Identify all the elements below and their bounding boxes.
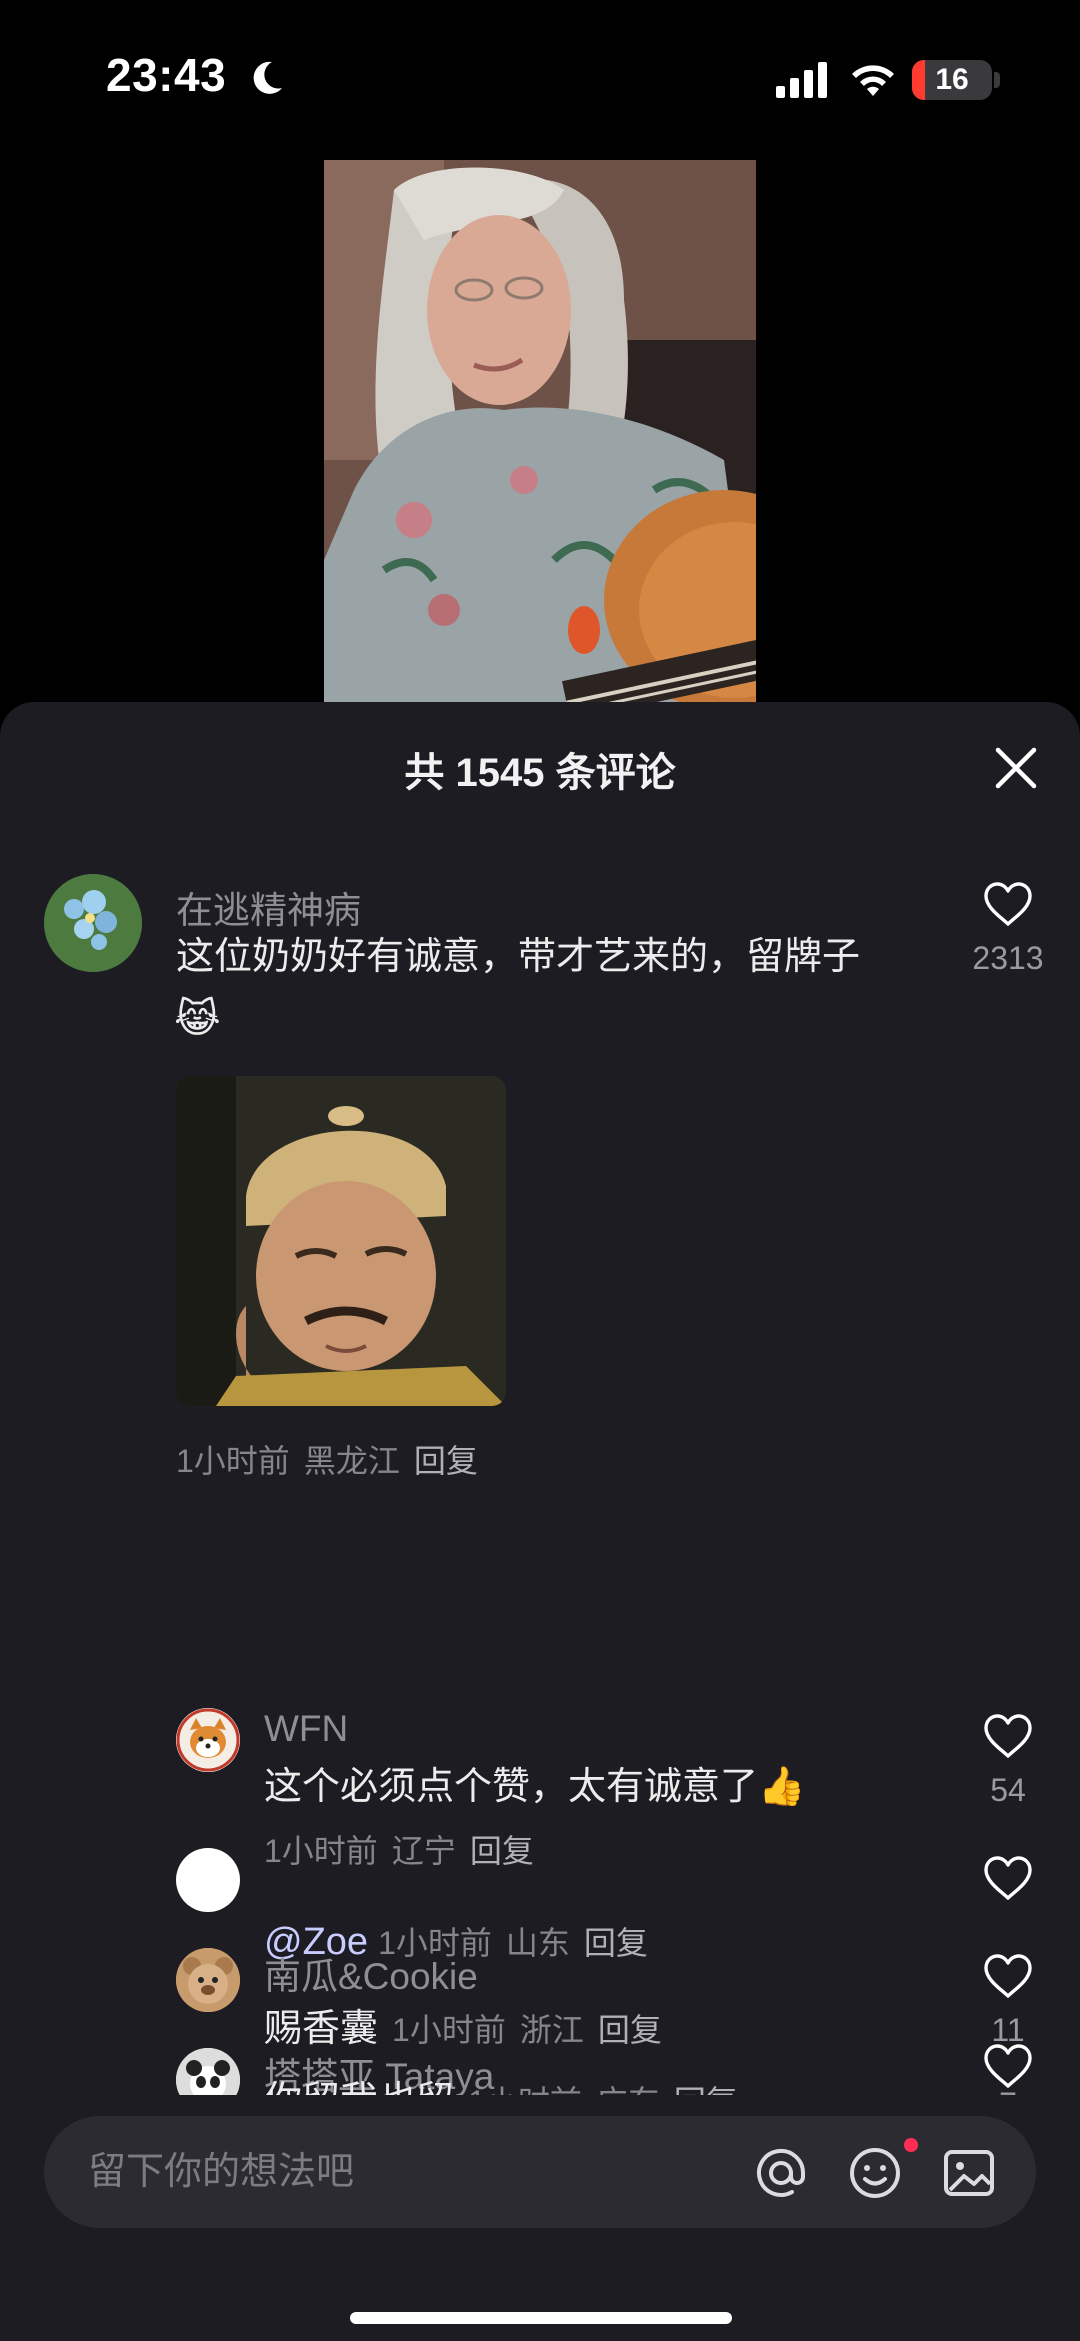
reply-text-body: 你留我也留 [264, 2080, 454, 2095]
image-icon[interactable] [942, 2146, 996, 2200]
reply-button[interactable]: 回复 [584, 1925, 648, 1961]
avatar-panda-image [176, 2048, 240, 2095]
video-frame-image [324, 160, 756, 705]
heart-outline-icon[interactable] [982, 1854, 1034, 1902]
battery-tip [994, 72, 1000, 88]
wifi-icon [852, 65, 894, 96]
status-time: 23:43 [106, 49, 227, 101]
reply-location: 辽宁 [391, 1833, 456, 1869]
reply-button[interactable]: 回复 [674, 2084, 738, 2095]
avatar[interactable] [176, 2048, 240, 2095]
comment-sheet: 共 1545 条评论 在逃精神病 这位奶奶好有诚意，带才艺来的，留牌子 😹 1小… [0, 702, 1080, 2341]
heart-outline-icon[interactable] [982, 2042, 1034, 2090]
comment-text: 这位奶奶好有诚意，带才艺来的，留牌子 [176, 936, 861, 978]
emoji-icon[interactable] [848, 2146, 902, 2200]
reply-text-body: 赐香囊 [264, 2008, 379, 2050]
comment-time: 1小时前 [176, 1443, 290, 1479]
avatar-flower-image [44, 874, 142, 972]
comment-username[interactable]: 在逃精神病 [176, 880, 361, 934]
heart-outline-icon[interactable] [982, 1952, 1034, 2000]
reply-meta: 1小时前 浙江 回复 [392, 2012, 662, 2048]
sticker-picture [176, 1076, 506, 1406]
reply-username[interactable]: WFN [264, 1708, 348, 1750]
like-count: 2313 [972, 940, 1044, 976]
avatar[interactable] [176, 1948, 240, 2012]
reply-time: 1小时前 [468, 2084, 582, 2095]
comment-input-placeholder[interactable]: 留下你的想法吧 [88, 2116, 354, 2228]
avatar-bear-image [176, 1948, 240, 2012]
avatar[interactable] [44, 874, 142, 972]
status-bar: 23:43 16 [0, 0, 1080, 150]
heart-outline-icon[interactable] [982, 880, 1034, 928]
comment-sticker-image[interactable] [176, 1076, 506, 1406]
reply-time: 1小时前 [392, 2012, 506, 2048]
cellular-signal-icon [776, 62, 827, 98]
avatar-shiba-image [176, 1708, 240, 1772]
reply-meta: 1小时前 广东 回复 [468, 2084, 738, 2095]
reply-location: 广东 [596, 2084, 660, 2095]
at-mention-icon[interactable] [754, 2146, 808, 2200]
comment-input-bar[interactable]: 留下你的想法吧 [44, 2116, 1036, 2228]
comment-emoji: 😹 [174, 997, 221, 1041]
heart-outline-icon[interactable] [982, 1712, 1034, 1760]
comment-meta: 1小时前 黑龙江 回复 [176, 1436, 478, 1482]
reply-location: 山东 [505, 1925, 570, 1961]
reply-button[interactable]: 回复 [470, 1833, 534, 1869]
reply-username[interactable]: 南瓜&Cookie [264, 1946, 478, 2000]
home-indicator[interactable] [350, 2312, 732, 2324]
comment-location: 黑龙江 [303, 1443, 400, 1479]
comment-list[interactable]: 在逃精神病 这位奶奶好有诚意，带才艺来的，留牌子 😹 1小时前 黑龙江 回复 2… [0, 702, 1080, 2095]
like-count: 7 [958, 2086, 1058, 2095]
moon-icon [253, 61, 282, 94]
like-count: 54 [990, 1772, 1026, 1808]
reply-text: 这个必须点个赞，太有诚意了👍 [264, 1766, 806, 1808]
reply-location: 浙江 [519, 2012, 584, 2048]
reply-button[interactable]: 回复 [414, 1443, 478, 1479]
reply-meta: 1小时前 辽宁 回复 [264, 1826, 534, 1872]
video-player[interactable] [324, 160, 756, 705]
avatar[interactable] [176, 1708, 240, 1772]
reply-time: 1小时前 [264, 1833, 378, 1869]
avatar[interactable] [176, 1848, 240, 1912]
notification-dot [904, 2138, 918, 2152]
battery-level: 16 [935, 63, 969, 96]
battery-indicator: 16 [912, 60, 992, 100]
reply-button[interactable]: 回复 [598, 2012, 662, 2048]
reply-text: 你留我也留 1小时前 广东 回复 [264, 2074, 738, 2095]
